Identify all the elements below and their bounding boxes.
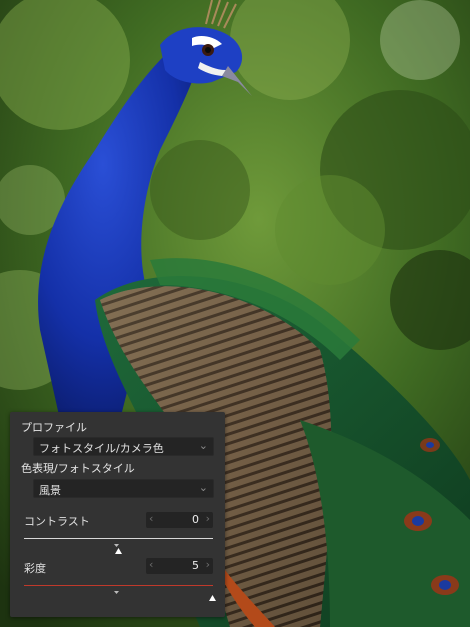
profile-label: プロファイル xyxy=(21,421,87,434)
contrast-label: コントラスト xyxy=(24,515,90,528)
chevron-right-icon[interactable]: › xyxy=(206,558,210,571)
chevron-down-icon: ⌄ xyxy=(198,481,208,494)
chevron-left-icon[interactable]: ‹ xyxy=(149,512,153,525)
saturation-stepper[interactable]: ‹ 5 › xyxy=(146,558,213,574)
saturation-track[interactable] xyxy=(24,585,213,586)
contrast-center-tick xyxy=(114,532,119,547)
chevron-down-icon: ⌄ xyxy=(198,439,208,452)
chevron-right-icon[interactable]: › xyxy=(206,512,210,525)
saturation-value[interactable]: 5 xyxy=(192,559,199,572)
contrast-slider-handle[interactable] xyxy=(115,539,122,554)
profile-value: フォトスタイル/カメラ色 xyxy=(39,442,164,455)
contrast-value[interactable]: 0 xyxy=(192,513,199,526)
saturation-slider-handle[interactable] xyxy=(208,586,216,601)
saturation-center-tick xyxy=(114,579,119,594)
color-settings-panel: プロファイル フォトスタイル/カメラ色 ⌄ 色表現/フォトスタイル 風景 ⌄ コ… xyxy=(10,412,225,617)
style-value: 風景 xyxy=(39,484,61,497)
profile-dropdown[interactable]: フォトスタイル/カメラ色 ⌄ xyxy=(33,437,214,456)
style-dropdown[interactable]: 風景 ⌄ xyxy=(33,479,214,498)
style-label: 色表現/フォトスタイル xyxy=(21,462,135,475)
chevron-left-icon[interactable]: ‹ xyxy=(149,558,153,571)
saturation-label: 彩度 xyxy=(24,562,46,575)
contrast-stepper[interactable]: ‹ 0 › xyxy=(146,512,213,528)
